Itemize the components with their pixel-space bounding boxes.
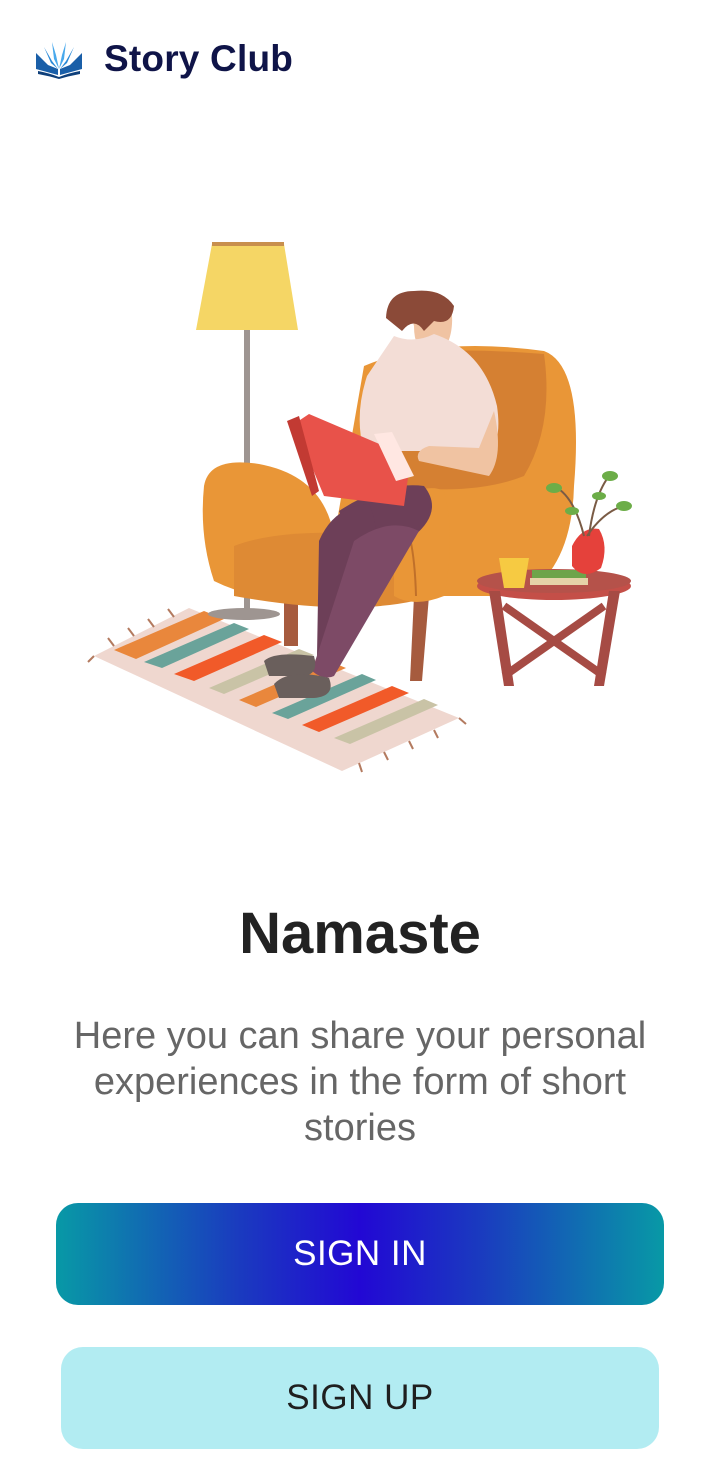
app-title: Story Club (104, 38, 294, 79)
sign-in-button[interactable]: SIGN IN (56, 1203, 664, 1305)
sign-up-button[interactable]: SIGN UP (61, 1347, 659, 1449)
hero-illustration (84, 236, 644, 781)
app-header: Story Club (34, 36, 293, 82)
greeting-heading: Namaste (239, 901, 481, 966)
open-book-icon (34, 39, 84, 79)
tagline-text: Here you can share your personal experie… (73, 1015, 647, 1149)
